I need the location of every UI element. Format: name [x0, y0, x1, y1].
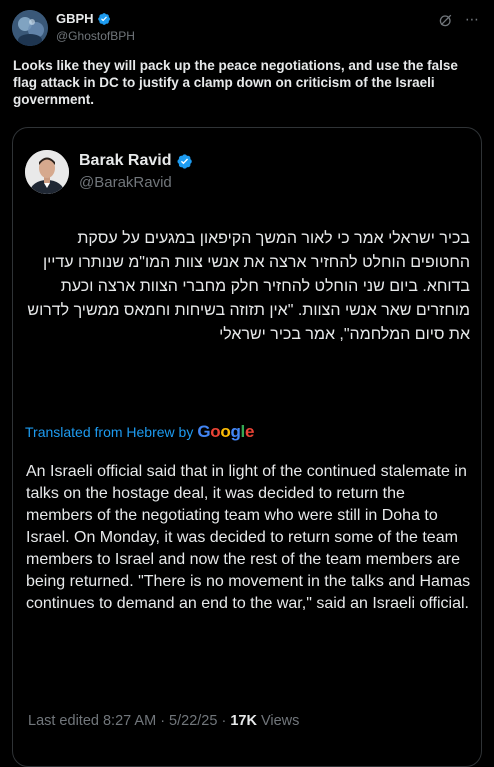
translated-from-label[interactable]: Translated from Hebrew by	[25, 424, 193, 440]
original-hebrew-text: בכיר ישראלי אמר כי לאור המשך הקיפאון במג…	[27, 230, 470, 343]
quoted-display-name[interactable]: Barak Ravid	[79, 152, 172, 170]
quoted-name-row: Barak Ravid	[79, 152, 193, 170]
avatar[interactable]	[12, 10, 48, 46]
outer-name-row: GBPH	[56, 11, 111, 26]
quoted-user-handle[interactable]: @BarakRavid	[79, 174, 172, 191]
more-icon[interactable]: ⋯	[462, 10, 482, 30]
google-logo: Google	[197, 422, 255, 441]
quoted-post-card[interactable]: Barak Ravid @BarakRavid בכיר ישראלי אמר …	[12, 127, 482, 767]
display-name[interactable]: GBPH	[56, 11, 94, 26]
outer-post-header: GBPH @GhostofBPH ⋯	[12, 10, 482, 46]
translation-attribution[interactable]: Translated from Hebrew by Google	[25, 422, 254, 442]
user-handle[interactable]: @GhostofBPH	[56, 29, 135, 43]
last-edited-timestamp[interactable]: Last edited 8:27 AM · 5/22/25 ·	[28, 713, 230, 729]
quoted-avatar[interactable]	[25, 150, 69, 194]
verified-badge-icon	[176, 153, 192, 169]
post-text: Looks like they will pack up the peace n…	[13, 58, 458, 107]
views-count: 17K	[230, 713, 257, 729]
verified-badge-icon	[97, 12, 110, 25]
translated-english-text: An Israeli official said that in light o…	[26, 463, 471, 612]
views-label: Views	[256, 713, 300, 729]
grok-icon[interactable]	[438, 12, 454, 28]
post-meta: Last edited 8:27 AM · 5/22/25 · 17K View…	[28, 713, 299, 729]
